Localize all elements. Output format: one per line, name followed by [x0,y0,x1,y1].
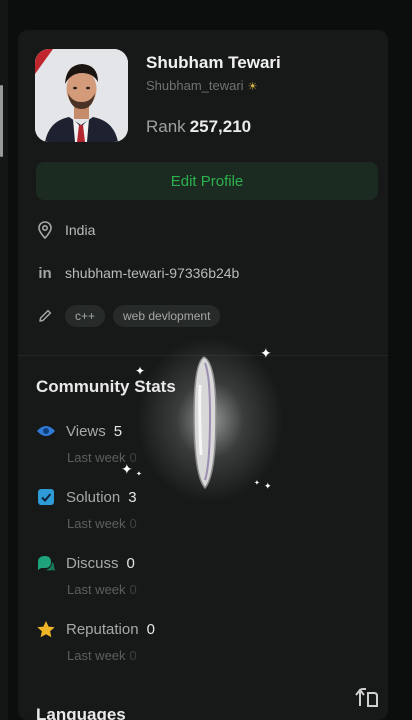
scroll-indicator[interactable] [0,85,3,157]
location-text: India [65,222,96,238]
edit-profile-button[interactable]: Edit Profile [36,162,378,200]
handle-text: Shubham_tewari [146,78,244,93]
avatar[interactable] [35,49,128,142]
stat-label: Solution [66,488,121,506]
linkedin-icon: in [38,264,52,282]
stat-sub-label: Last week [67,516,126,531]
sparkle-icon: ✦ [136,471,142,478]
rank-value: 257,210 [189,117,252,136]
stat-sub-label: Last week [67,648,126,663]
stat-sub: Last week0 [67,516,137,531]
linkedin-text[interactable]: shubham-tewari-97336b24b [65,265,239,281]
star-icon [36,619,56,639]
crystal-graphic [193,356,217,490]
pencil-icon [36,307,54,325]
rank-label: Rank [146,117,186,136]
checkbox-icon [36,487,56,507]
stat-discuss: Discuss 0 Last week 0 [36,553,137,597]
stat-sub-label: Last week [67,450,126,465]
stat-sub-value: 0 [129,516,137,531]
avatar-photo [35,49,128,142]
stat-value: 0 [146,620,155,638]
profile-name: Shubham Tewari [146,53,281,72]
sparkle-icon: ✦ [121,461,133,477]
profile-handle: Shubham_tewari ☀ [146,78,257,93]
stat-label: Discuss [66,554,119,572]
skills-row: c++ web devlopment [36,305,228,327]
stat-value: 0 [126,554,135,572]
skill-tag[interactable]: c++ [65,305,106,327]
stat-label: Views [66,422,106,440]
rotate-icon[interactable] [352,684,382,712]
stat-sub-label: Last week [67,582,126,597]
stat-sub-value: 0 [129,648,137,663]
stat-sub: Last week0 [67,582,137,597]
stat-reputation: Reputation 0 Last week 0 [36,619,155,663]
sparkle-icon: ✦ [264,481,272,491]
languages-title: Languages [36,705,126,720]
sparkle-icon: ✦ [135,364,146,378]
skill-tag[interactable]: web devlopment [113,305,221,327]
sparkle-icon: ✦ [254,480,260,487]
badge-icon: ☀ [247,81,258,93]
stat-value: 5 [113,422,123,440]
stat-sub-value: 0 [129,582,137,597]
location-pin-icon [36,221,54,239]
rank: Rank 257,210 [146,117,251,137]
stat-solution: Solution 3 Last week0 [36,487,137,531]
location-row: India [36,221,95,239]
sparkle-icon: ✦ [260,345,272,361]
linkedin-row[interactable]: in shubham-tewari-97336b24b [36,264,239,282]
stat-label: Reputation [66,620,139,638]
stat-sub: Last week0 [67,648,155,663]
discuss-icon [36,553,56,573]
eye-icon [36,421,56,441]
stat-views: Views 5 Last week0 [36,421,137,465]
